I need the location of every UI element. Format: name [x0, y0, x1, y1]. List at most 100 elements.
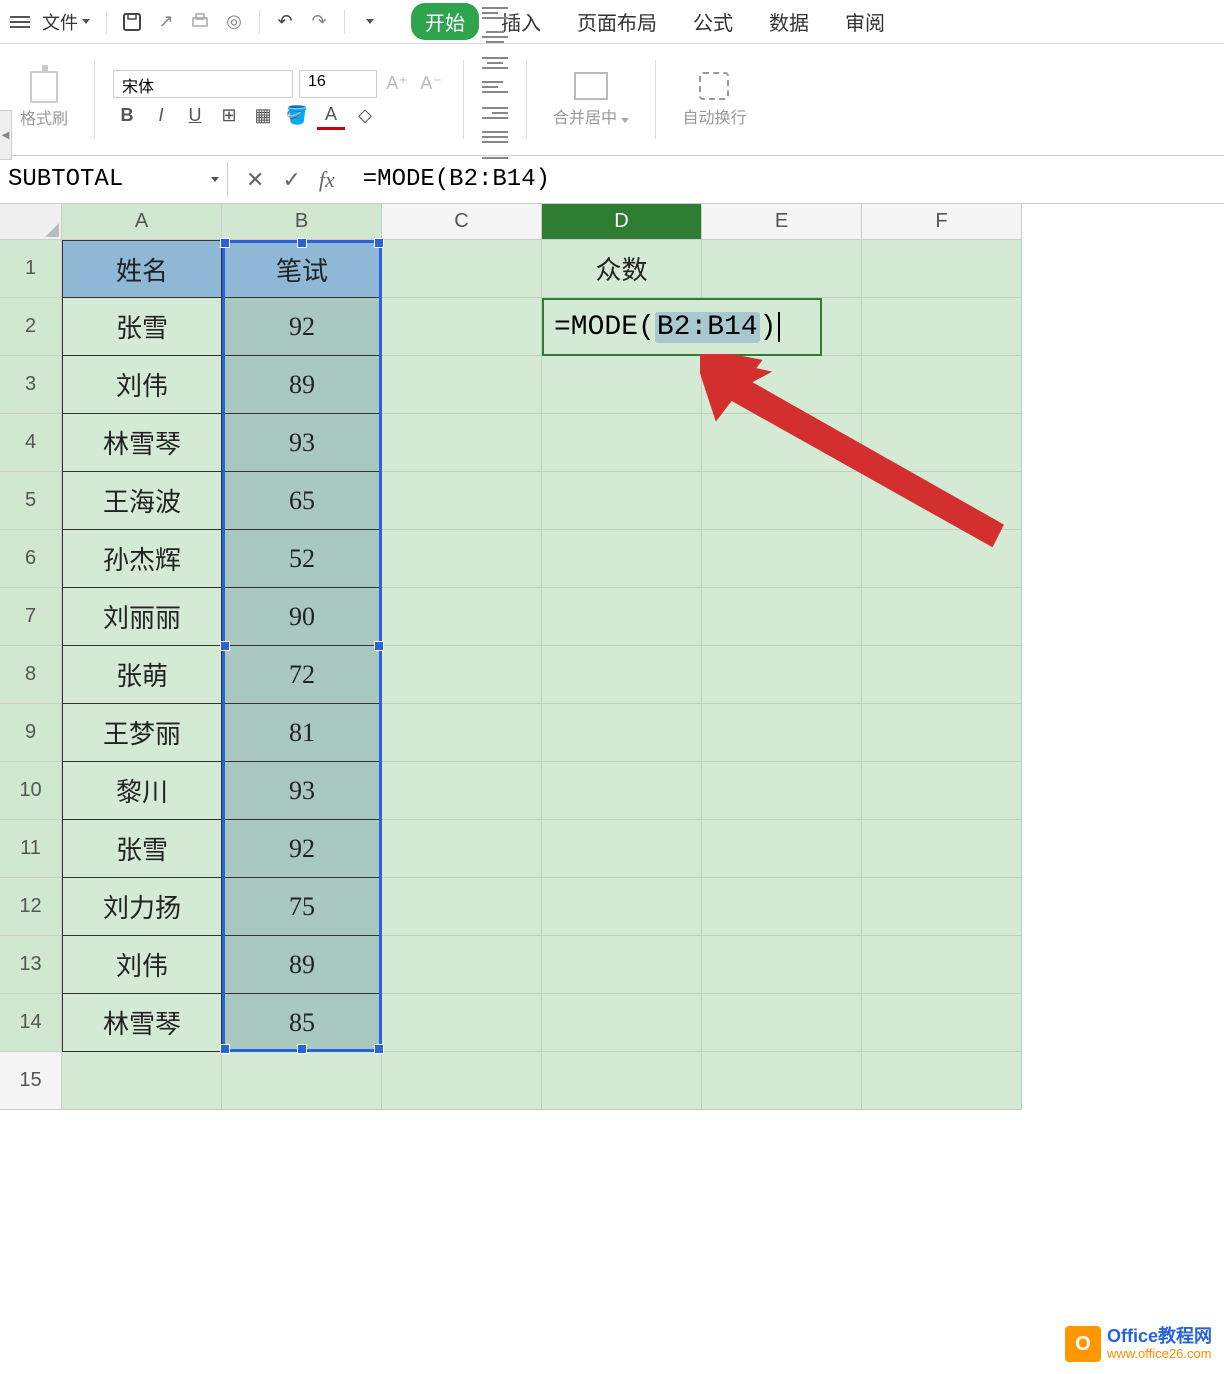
cell-A6[interactable]: 孙杰辉 — [62, 530, 222, 588]
cell-C3[interactable] — [382, 356, 542, 414]
cell-B14[interactable]: 85 — [222, 994, 382, 1052]
decrease-indent-icon[interactable] — [482, 127, 508, 147]
tab-data[interactable]: 数据 — [755, 3, 823, 40]
cell-E15[interactable] — [702, 1052, 862, 1110]
cell-F4[interactable] — [862, 414, 1022, 472]
cell-A14[interactable]: 林雪琴 — [62, 994, 222, 1052]
cell-A9[interactable]: 王梦丽 — [62, 704, 222, 762]
font-size-select[interactable]: 16 — [299, 70, 377, 98]
increase-font-icon[interactable]: A⁺ — [383, 70, 411, 98]
format-painter-button[interactable]: 格式刷 — [12, 52, 76, 147]
cell-A5[interactable]: 王海波 — [62, 472, 222, 530]
cell-style-button[interactable]: ▦ — [249, 102, 277, 130]
file-menu[interactable]: 文件 — [42, 9, 90, 35]
cell-A3[interactable]: 刘伟 — [62, 356, 222, 414]
cell-D13[interactable] — [542, 936, 702, 994]
cell-C2[interactable] — [382, 298, 542, 356]
clear-format-button[interactable]: ◇ — [351, 102, 379, 130]
row-header-2[interactable]: 2 — [0, 298, 62, 356]
row-header-12[interactable]: 12 — [0, 878, 62, 936]
cell-C4[interactable] — [382, 414, 542, 472]
select-all-corner[interactable] — [0, 204, 62, 240]
cell-F7[interactable] — [862, 588, 1022, 646]
cell-B15[interactable] — [222, 1052, 382, 1110]
column-header-E[interactable]: E — [702, 204, 862, 240]
cell-A15[interactable] — [62, 1052, 222, 1110]
cell-C13[interactable] — [382, 936, 542, 994]
row-header-14[interactable]: 14 — [0, 994, 62, 1052]
row-header-10[interactable]: 10 — [0, 762, 62, 820]
hamburger-icon[interactable] — [10, 16, 30, 28]
cell-F13[interactable] — [862, 936, 1022, 994]
row-header-11[interactable]: 11 — [0, 820, 62, 878]
cell-D5[interactable] — [542, 472, 702, 530]
cell-F14[interactable] — [862, 994, 1022, 1052]
bold-button[interactable]: B — [113, 102, 141, 130]
cell-D6[interactable] — [542, 530, 702, 588]
cell-B13[interactable]: 89 — [222, 936, 382, 994]
cell-F11[interactable] — [862, 820, 1022, 878]
spreadsheet-grid[interactable]: ABCDEF 123456789101112131415 姓名笔试众数张雪92刘… — [0, 204, 1224, 1374]
cell-A13[interactable]: 刘伟 — [62, 936, 222, 994]
align-bottom-icon[interactable] — [482, 77, 508, 97]
cell-B7[interactable]: 90 — [222, 588, 382, 646]
cell-C9[interactable] — [382, 704, 542, 762]
row-header-9[interactable]: 9 — [0, 704, 62, 762]
chevron-down-icon[interactable] — [211, 177, 219, 182]
cell-D10[interactable] — [542, 762, 702, 820]
cell-B1[interactable]: 笔试 — [222, 240, 382, 298]
cell-C7[interactable] — [382, 588, 542, 646]
cell-F10[interactable] — [862, 762, 1022, 820]
cell-B11[interactable]: 92 — [222, 820, 382, 878]
cell-E7[interactable] — [702, 588, 862, 646]
cell-C15[interactable] — [382, 1052, 542, 1110]
name-box[interactable] — [0, 162, 228, 197]
align-left-icon[interactable] — [482, 3, 508, 23]
cell-E3[interactable] — [702, 356, 862, 414]
cell-D7[interactable] — [542, 588, 702, 646]
cell-D1[interactable]: 众数 — [542, 240, 702, 298]
row-header-13[interactable]: 13 — [0, 936, 62, 994]
cell-C10[interactable] — [382, 762, 542, 820]
cell-C8[interactable] — [382, 646, 542, 704]
cell-F12[interactable] — [862, 878, 1022, 936]
row-header-7[interactable]: 7 — [0, 588, 62, 646]
cell-C12[interactable] — [382, 878, 542, 936]
cell-B12[interactable]: 75 — [222, 878, 382, 936]
cell-D8[interactable] — [542, 646, 702, 704]
cell-B10[interactable]: 93 — [222, 762, 382, 820]
cell-C1[interactable] — [382, 240, 542, 298]
cell-D12[interactable] — [542, 878, 702, 936]
cell-D3[interactable] — [542, 356, 702, 414]
column-header-F[interactable]: F — [862, 204, 1022, 240]
print-preview-icon[interactable]: ◎ — [221, 9, 247, 35]
cell-A4[interactable]: 林雪琴 — [62, 414, 222, 472]
formula-input[interactable] — [353, 162, 1224, 197]
cell-C14[interactable] — [382, 994, 542, 1052]
cell-F2[interactable] — [862, 298, 1022, 356]
tab-review[interactable]: 审阅 — [831, 3, 899, 40]
merge-cells-button[interactable]: 合并居中 — [545, 52, 637, 147]
share-icon[interactable]: ↗ — [153, 9, 179, 35]
align-middle-icon[interactable] — [482, 27, 508, 47]
italic-button[interactable]: I — [147, 102, 175, 130]
row-header-6[interactable]: 6 — [0, 530, 62, 588]
cell-B3[interactable]: 89 — [222, 356, 382, 414]
cell-C5[interactable] — [382, 472, 542, 530]
fx-icon[interactable]: fx — [313, 165, 341, 195]
undo-icon[interactable]: ↶ — [272, 9, 298, 35]
cell-A1[interactable]: 姓名 — [62, 240, 222, 298]
font-color-button[interactable]: A — [317, 102, 345, 130]
cell-E14[interactable] — [702, 994, 862, 1052]
cell-E12[interactable] — [702, 878, 862, 936]
cell-A2[interactable]: 张雪 — [62, 298, 222, 356]
redo-icon[interactable]: ↷ — [306, 9, 332, 35]
accept-formula-icon[interactable]: ✓ — [276, 165, 306, 195]
cell-E6[interactable] — [702, 530, 862, 588]
tab-layout[interactable]: 页面布局 — [563, 3, 671, 40]
cell-D4[interactable] — [542, 414, 702, 472]
column-header-C[interactable]: C — [382, 204, 542, 240]
cancel-formula-icon[interactable]: ✕ — [240, 165, 270, 195]
cell-C6[interactable] — [382, 530, 542, 588]
cell-E1[interactable] — [702, 240, 862, 298]
